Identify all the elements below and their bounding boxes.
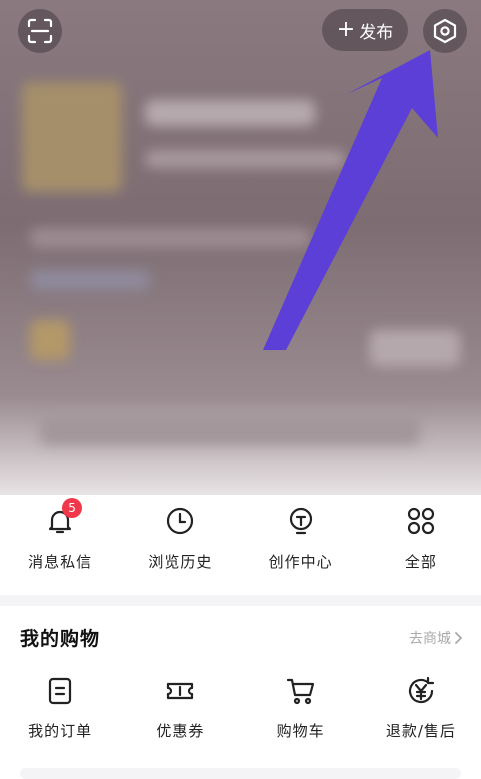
shopping-label: 退款/售后 (385, 722, 456, 740)
shopping-label: 我的订单 (28, 722, 93, 740)
quick-action-label: 浏览历史 (148, 553, 213, 571)
order-icon (49, 677, 72, 705)
shopping-cart[interactable]: 购物车 (241, 676, 361, 741)
shopping-orders[interactable]: 我的订单 (0, 676, 120, 741)
quick-actions-bar: 5 消息私信 浏览历史 创作中心 全部 (0, 495, 481, 595)
shopping-section: 我的购物 去商城 我的订单 优惠券 购物车 退款/售后 (0, 606, 481, 779)
unread-badge: 5 (62, 498, 83, 518)
go-to-mall-link[interactable]: 去商城 (409, 628, 465, 648)
coupon-icon (167, 682, 194, 700)
quick-action-label: 消息私信 (28, 553, 93, 571)
quick-action-all[interactable]: 全部 (361, 495, 481, 595)
refund-icon (408, 676, 434, 704)
shopping-title: 我的购物 (20, 628, 101, 650)
quick-action-messages[interactable]: 5 消息私信 (0, 495, 120, 595)
shopping-actions: 我的订单 优惠券 购物车 退款/售后 (0, 676, 481, 741)
clock-icon (167, 507, 194, 535)
quick-action-label: 全部 (404, 553, 437, 571)
lightbulb-icon (289, 507, 312, 535)
quick-action-creator-center[interactable]: 创作中心 (241, 495, 361, 595)
shopping-coupons[interactable]: 优惠券 (120, 676, 240, 741)
quick-action-label: 创作中心 (268, 553, 333, 571)
shopping-label: 购物车 (276, 722, 325, 740)
cart-icon (286, 678, 314, 705)
annotation-arrow (263, 50, 438, 350)
next-section-edge (20, 768, 461, 779)
quick-action-history[interactable]: 浏览历史 (120, 495, 240, 595)
chevron-right-icon (455, 632, 463, 644)
go-to-mall-label: 去商城 (409, 631, 451, 647)
grid-icon (407, 507, 434, 535)
shopping-label: 优惠券 (156, 722, 205, 740)
shopping-refund[interactable]: 退款/售后 (361, 676, 481, 741)
